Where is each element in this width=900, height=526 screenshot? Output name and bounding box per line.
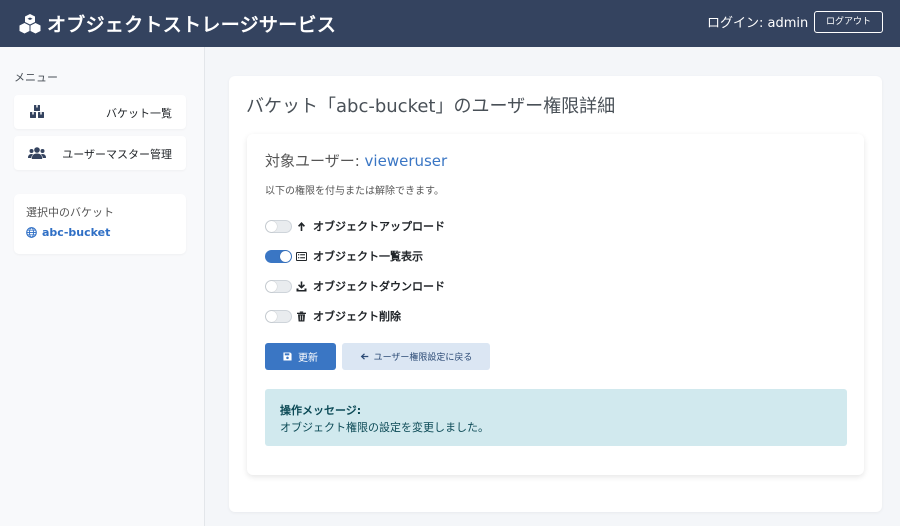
download-icon [296,281,307,291]
cubes-icon [19,13,41,33]
delete-toggle[interactable] [265,309,292,323]
update-button[interactable]: 更新 [265,343,336,370]
target-user: 対象ユーザー: vieweruser [265,150,447,171]
sidebar-item-label: バケット一覧 [106,107,172,120]
sidebar-item-label: ユーザーマスター管理 [62,148,172,161]
target-user-label: 対象ユーザー: [265,152,360,170]
arrow-up-icon [298,221,305,231]
page-title: バケット「abc-bucket」のユーザー権限詳細 [246,96,616,117]
top-navbar: オブジェクトストレージサービス ログイン: admin ログアウト [0,0,900,47]
upload-toggle[interactable] [265,219,292,233]
sidebar-item-bucket-list[interactable]: バケット一覧 [14,95,186,129]
permission-label: オブジェクトダウンロード [313,280,445,293]
permission-card: 対象ユーザー: vieweruser 以下の権限を付与または解除できます。 オブ… [247,134,864,475]
users-icon [28,147,46,159]
sidebar: メニュー バケット一覧 ユーザーマスター管理 選択中のバケット abc-buck… [0,47,205,526]
selected-bucket-link[interactable]: abc-bucket [26,226,110,239]
back-button[interactable]: ユーザー権限設定に戻る [342,343,490,370]
permission-label: オブジェクト削除 [313,310,401,323]
permission-label: オブジェクト一覧表示 [313,250,423,263]
brand[interactable]: オブジェクトストレージサービス [19,10,336,37]
list-icon [296,251,307,261]
arrow-left-icon [360,353,368,360]
permission-download: オブジェクトダウンロード [265,278,445,294]
sidebar-item-user-master[interactable]: ユーザーマスター管理 [14,136,186,170]
selected-bucket-name: abc-bucket [42,226,111,239]
menu-heading: メニュー [14,71,58,84]
target-user-name: vieweruser [364,152,448,170]
login-status: ログイン: admin [707,16,809,31]
list-toggle[interactable] [265,249,292,263]
permission-list: オブジェクト一覧表示 [265,248,423,264]
save-icon [283,352,292,361]
selected-bucket-card: 選択中のバケット abc-bucket [14,194,186,254]
permission-description: 以下の権限を付与または解除できます。 [265,186,444,197]
globe-icon [26,227,37,238]
permission-delete: オブジェクト削除 [265,308,401,324]
permission-label: オブジェクトアップロード [313,220,445,233]
alert-message: オブジェクト権限の設定を変更しました。 [280,421,489,434]
trash-icon [297,311,306,321]
logout-button[interactable]: ログアウト [814,11,883,33]
main-card: バケット「abc-bucket」のユーザー権限詳細 対象ユーザー: viewer… [229,76,882,512]
alert-title: 操作メッセージ: [280,404,362,417]
app-title: オブジェクトストレージサービス [47,14,337,36]
update-button-label: 更新 [298,353,318,364]
boxes-icon [30,105,44,118]
selected-bucket-heading: 選択中のバケット [26,206,114,219]
back-button-label: ユーザー権限設定に戻る [373,353,473,363]
operation-message-alert: 操作メッセージ: オブジェクト権限の設定を変更しました。 [265,389,847,446]
download-toggle[interactable] [265,279,292,293]
permission-upload: オブジェクトアップロード [265,218,445,234]
